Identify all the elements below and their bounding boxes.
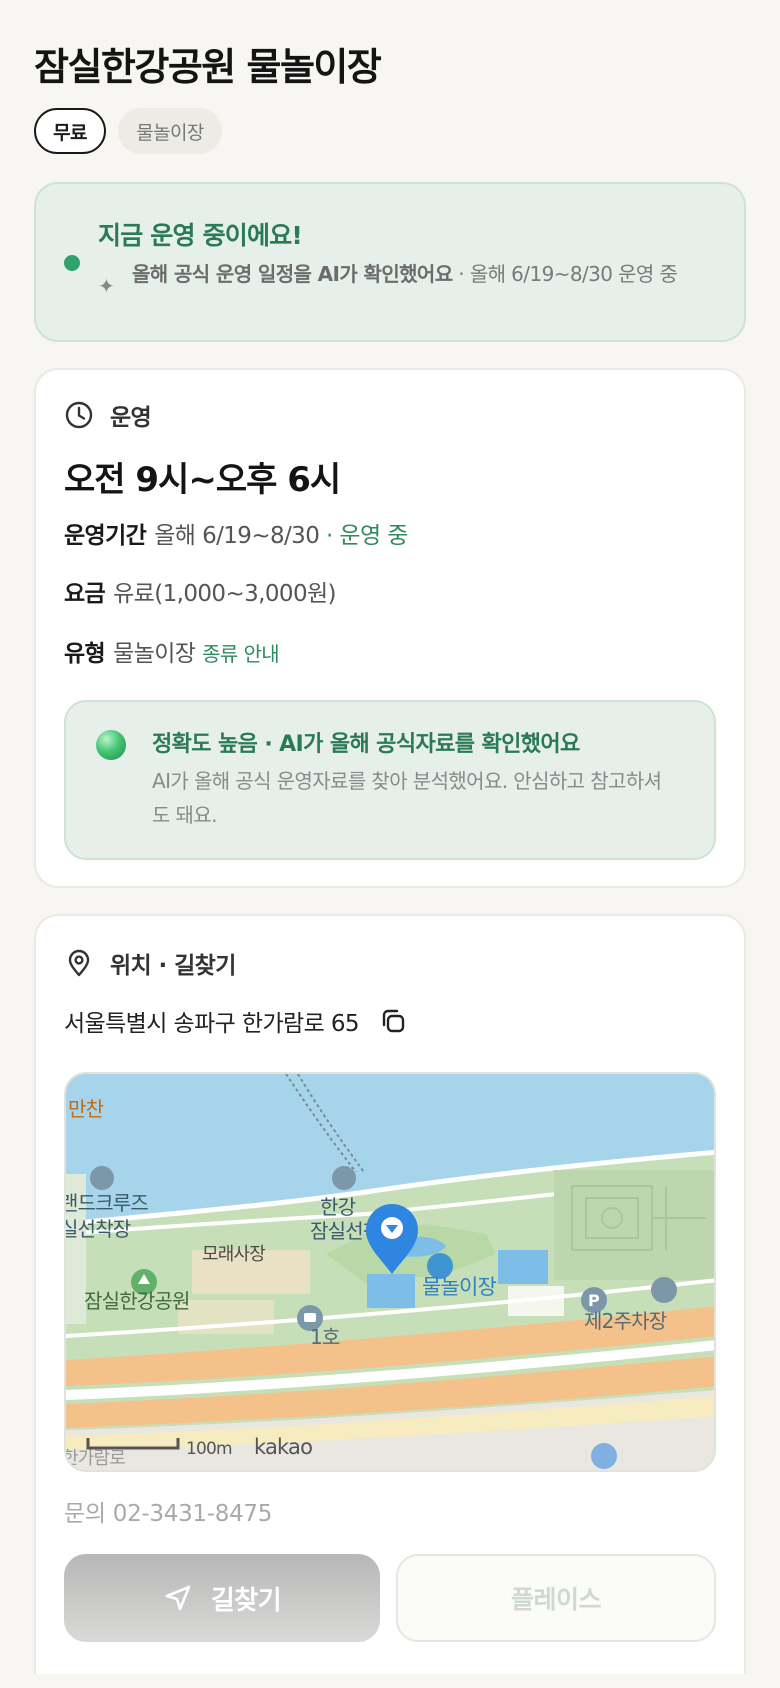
status-description: 올해 공식 운영 일정을 AI가 확인했어요 · 올해 6/19~8/30 운영… <box>132 260 732 289</box>
address-text: 서울특별시 송파구 한가람로 65 <box>64 1011 360 1037</box>
place-button[interactable]: 플레이스 <box>396 1554 716 1642</box>
status-title: 지금 운영 중이에요! <box>98 221 303 250</box>
period-key: 운영기간 <box>64 523 147 549</box>
map-label-top-left: 만찬 <box>68 1097 104 1121</box>
page-title: 잠실한강공원 물놀이장 <box>34 45 382 89</box>
map-view[interactable]: P 만찬 랜드크루즈 실선착장 모래사장 잠실한강공원 한강 잠실선착장 물놀이… <box>64 1072 716 1472</box>
location-header: 위치 · 길찾기 <box>64 946 236 980</box>
status-dot-icon <box>64 255 80 271</box>
fee-row: 요금 유료(1,000~3,000원) <box>64 574 337 608</box>
map-label-pier1: 한강 <box>320 1195 356 1219</box>
route-button[interactable]: 길찾기 <box>64 1554 380 1642</box>
map-label-lot1: 1호 <box>310 1325 340 1349</box>
status-desc-strong: 올해 공식 운영 일정을 AI가 확인했어요 <box>132 262 453 286</box>
sparkle-icon: ✦ <box>98 274 115 298</box>
type-key: 유형 <box>64 641 106 667</box>
accuracy-description: AI가 올해 공식 운영자료를 찾아 분석했어요. 안심하고 참고하셔도 돼요. <box>152 769 662 827</box>
type-value: 물놀이장 <box>113 641 196 667</box>
map-label-sand: 모래사장 <box>202 1244 265 1265</box>
map-label-pool: 물놀이장 <box>422 1275 497 1299</box>
map-label-cruise1: 랜드크루즈 <box>66 1191 148 1215</box>
address-row: 서울특별시 송파구 한가람로 65 <box>64 1004 407 1038</box>
route-button-label: 길찾기 <box>210 1585 282 1616</box>
chip-type[interactable]: 물놀이장 <box>118 108 222 154</box>
status-banner: 지금 운영 중이에요! ✦ 올해 공식 운영 일정을 AI가 확인했어요 · 올… <box>34 182 746 342</box>
location-label: 위치 · 길찾기 <box>110 953 236 979</box>
operation-label: 운영 <box>110 405 152 431</box>
accuracy-orb-icon <box>96 730 126 760</box>
operation-header: 운영 <box>64 398 152 432</box>
clock-icon <box>65 401 93 429</box>
map-label-park: 잠실한강공원 <box>84 1289 190 1313</box>
fee-key: 요금 <box>64 581 106 607</box>
navigation-arrow-icon <box>165 1585 191 1611</box>
map-label-cruise2: 실선착장 <box>66 1217 131 1241</box>
period-status: · 운영 중 <box>325 523 408 549</box>
accuracy-box: 정확도 높음 · AI가 올해 공식자료를 확인했어요 AI가 올해 공식 운영… <box>64 700 716 860</box>
type-row: 유형 물놀이장 종류 안내 <box>64 634 280 668</box>
operation-hours: 오전 9시~오후 6시 <box>64 460 341 500</box>
map-scale-label: 100m <box>186 1439 232 1459</box>
type-guide-link[interactable]: 종류 안내 <box>202 642 280 666</box>
map-label-road: 한가람로 <box>66 1448 125 1469</box>
period-value: 올해 6/19~8/30 <box>154 523 320 549</box>
contact-phone[interactable]: 문의 02-3431-8475 <box>64 1494 272 1528</box>
status-desc-rest: · 올해 6/19~8/30 운영 중 <box>452 262 678 286</box>
chip-free[interactable]: 무료 <box>34 108 106 154</box>
operation-card: 운영 오전 9시~오후 6시 운영기간 올해 6/19~8/30 · 운영 중 요… <box>34 368 746 888</box>
map-logo: kakao <box>254 1435 312 1459</box>
copy-icon[interactable] <box>379 1007 407 1035</box>
map-parking-glyph: P <box>588 1291 600 1310</box>
fee-value: 유료(1,000~3,000원) <box>113 581 336 607</box>
map-label-lot2: 제2주차장 <box>584 1309 667 1333</box>
accuracy-title: 정확도 높음 · AI가 올해 공식자료를 확인했어요 <box>152 732 580 757</box>
period-row: 운영기간 올해 6/19~8/30 · 운영 중 <box>64 516 408 550</box>
location-pin-icon <box>68 949 90 977</box>
